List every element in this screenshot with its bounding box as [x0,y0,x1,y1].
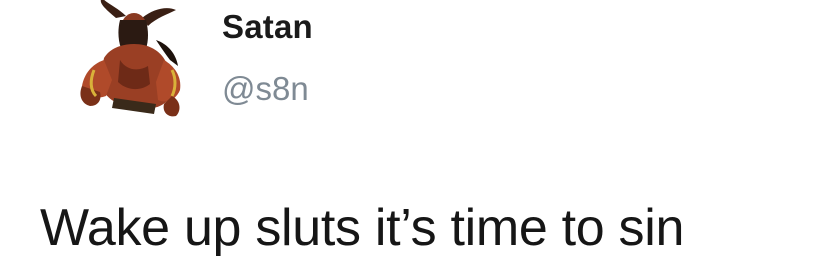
author-display-name[interactable]: Satan [222,8,313,46]
demon-avatar-icon[interactable] [64,0,194,130]
demon-avatar-image [80,0,181,117]
tweet-text: Wake up sluts it’s time to sin [40,199,685,257]
author-handle[interactable]: @s8n [222,70,309,108]
tweet-card: Satan @s8n Wake up sluts it’s time to si… [0,0,817,272]
